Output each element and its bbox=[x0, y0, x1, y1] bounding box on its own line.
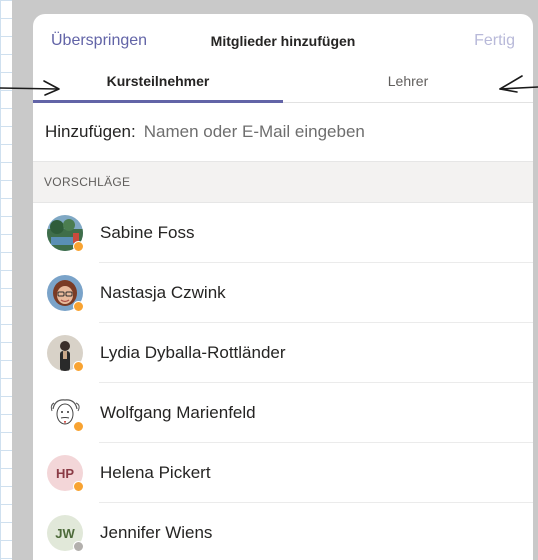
avatar bbox=[47, 215, 84, 252]
selected-tab-indicator bbox=[33, 100, 283, 103]
tab-students[interactable]: Kursteilnehmer bbox=[33, 64, 283, 102]
suggestions-list: Sabine Foss Nastasja Czwink Lydia Dyball… bbox=[33, 203, 533, 560]
person-name: Sabine Foss bbox=[100, 223, 195, 242]
tab-bar: Kursteilnehmer Lehrer bbox=[33, 64, 533, 103]
list-item[interactable]: Sabine Foss bbox=[33, 203, 533, 263]
suggestions-header: VORSCHLÄGE bbox=[33, 162, 533, 203]
offline-status-icon bbox=[73, 541, 84, 552]
list-item[interactable]: Lydia Dyballa-Rottländer bbox=[33, 323, 533, 383]
dialog-title: Mitglieder hinzufügen bbox=[210, 33, 356, 49]
away-status-icon bbox=[73, 241, 84, 252]
away-status-icon bbox=[73, 301, 84, 312]
avatar: HP bbox=[47, 455, 84, 492]
avatar bbox=[47, 395, 84, 432]
add-members-dialog: Überspringen Mitglieder hinzufügen Ferti… bbox=[33, 14, 533, 560]
away-status-icon bbox=[73, 481, 84, 492]
avatar-initials: HP bbox=[55, 465, 75, 481]
avatar-initials: JW bbox=[55, 525, 75, 541]
person-name: Nastasja Czwink bbox=[100, 283, 226, 302]
person-name: Wolfgang Marienfeld bbox=[100, 403, 256, 422]
person-name: Jennifer Wiens bbox=[100, 523, 213, 542]
add-member-row: Hinzufügen: bbox=[33, 103, 533, 162]
list-item[interactable]: Wolfgang Marienfeld bbox=[33, 383, 533, 443]
add-label: Hinzufügen: bbox=[45, 122, 136, 141]
dialog-header: Überspringen Mitglieder hinzufügen Ferti… bbox=[33, 14, 533, 64]
away-status-icon bbox=[73, 421, 84, 432]
done-button[interactable]: Fertig bbox=[474, 32, 515, 50]
tab-teachers[interactable]: Lehrer bbox=[283, 64, 533, 102]
list-item[interactable]: JW Jennifer Wiens bbox=[33, 503, 533, 560]
member-search-input[interactable] bbox=[143, 122, 533, 142]
avatar bbox=[47, 275, 84, 312]
person-name: Helena Pickert bbox=[100, 463, 211, 482]
list-item[interactable]: Nastasja Czwink bbox=[33, 263, 533, 323]
away-status-icon bbox=[73, 361, 84, 372]
avatar: JW bbox=[47, 515, 84, 552]
person-name: Lydia Dyballa-Rottländer bbox=[100, 343, 286, 362]
avatar bbox=[47, 335, 84, 372]
list-item[interactable]: HP Helena Pickert bbox=[33, 443, 533, 503]
